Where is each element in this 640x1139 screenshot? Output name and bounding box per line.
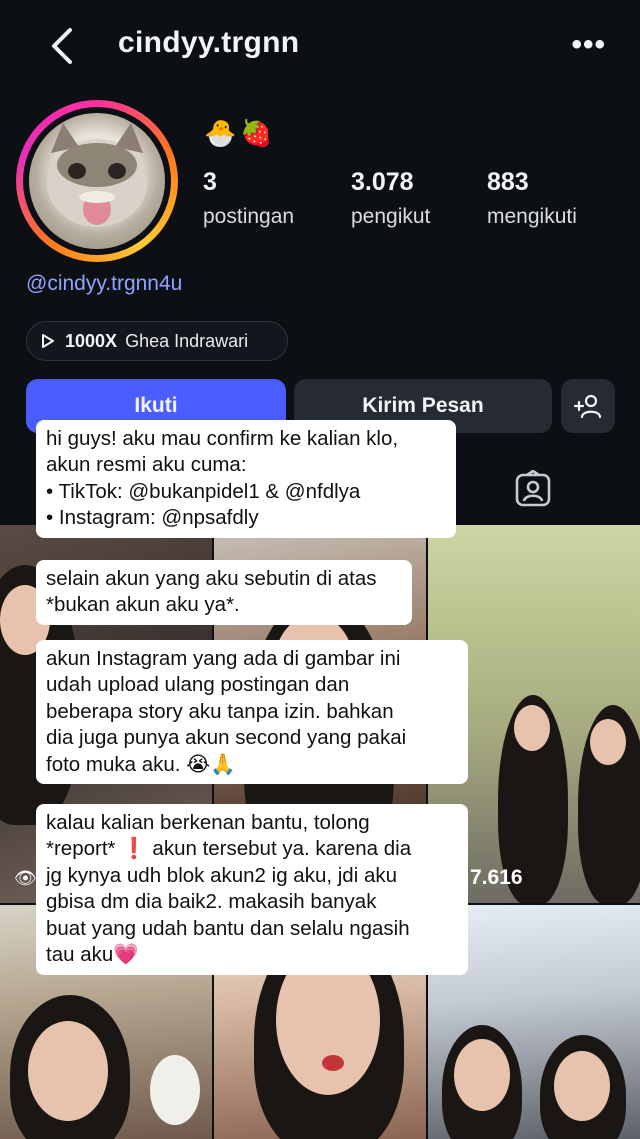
stat-posts-label: postingan [203, 205, 295, 228]
caption-line: gbisa dm dia baik2. makasih banyak [46, 890, 377, 914]
overlay-caption-3: akun Instagram yang ada di gambar ini ud… [36, 640, 468, 785]
suggest-people-button[interactable] [561, 379, 615, 433]
caption-line: foto muka aku. 😭🙏 [46, 752, 236, 776]
stat-following-label: mengikuti [487, 205, 577, 228]
stat-following[interactable]: 883 mengikuti [487, 168, 577, 229]
caption-line: tau aku💗 [46, 943, 139, 967]
overlay-caption-1: hi guys! aku mau confirm ke kalian klo, … [36, 420, 456, 538]
stat-followers-label: pengikut [351, 205, 431, 228]
caption-line: dia juga punya akun second yang pakai [46, 726, 407, 750]
play-icon [42, 334, 54, 348]
eye-icon: 👁 [14, 868, 37, 888]
caption-line: • Instagram: @npsafdly [46, 506, 259, 530]
profile-music-pill[interactable]: 1000X Ghea Indrawari [26, 321, 288, 361]
stat-posts[interactable]: 3 postingan [203, 168, 294, 229]
profile-username: cindyy.trgnn [118, 26, 300, 59]
caption-line: selain akun yang aku sebutin di atas [46, 567, 377, 590]
stat-following-value: 883 [487, 168, 529, 196]
overlay-caption-4: kalau kalian berkenan bantu, tolong *rep… [36, 804, 468, 975]
caption-line: akun resmi aku cuma: [46, 453, 247, 477]
caption-line: • TikTok: @bukanpidel1 & @nfdlya [46, 479, 361, 503]
stat-posts-value: 3 [203, 168, 217, 196]
caption-line: hi guys! aku mau confirm ke kalian klo, [46, 427, 399, 450]
caption-line: beberapa story aku tanpa izin. bahkan [46, 699, 394, 723]
caption-line: *bukan akun aku ya*. [46, 593, 240, 617]
back-arrow-icon[interactable] [44, 26, 80, 66]
caption-line: udah upload ulang postingan dan [46, 673, 350, 697]
caption-line: akun Instagram yang ada di gambar ini [46, 647, 401, 670]
top-bar: cindyy.trgnn ••• [0, 0, 640, 92]
add-person-icon [574, 394, 602, 419]
post-view-count: 7.616 [470, 866, 523, 889]
overlay-caption-2: selain akun yang aku sebutin di atas *bu… [36, 560, 412, 625]
caption-line: buat yang udah bantu dan selalu ngasih [46, 916, 410, 940]
stat-followers[interactable]: 3.078 pengikut [351, 168, 430, 229]
threads-handle-link[interactable]: @cindyy.trgnn4u [26, 272, 182, 296]
music-badge: 1000X [65, 330, 118, 351]
avatar-image [29, 113, 165, 249]
caption-line: jg kynya udh blok akun2 ig aku, jdi aku [46, 863, 398, 887]
tagged-tab-icon[interactable] [514, 470, 552, 508]
profile-emoji: 🐣🍓 [204, 118, 277, 148]
caption-line: *report* ❗ akun tersebut ya. karena dia [46, 837, 412, 861]
stat-followers-value: 3.078 [351, 168, 414, 196]
more-icon[interactable]: ••• [571, 28, 606, 62]
caption-line: kalau kalian berkenan bantu, tolong [46, 811, 370, 834]
avatar[interactable] [16, 100, 178, 262]
music-artist: Ghea Indrawari [125, 330, 249, 351]
